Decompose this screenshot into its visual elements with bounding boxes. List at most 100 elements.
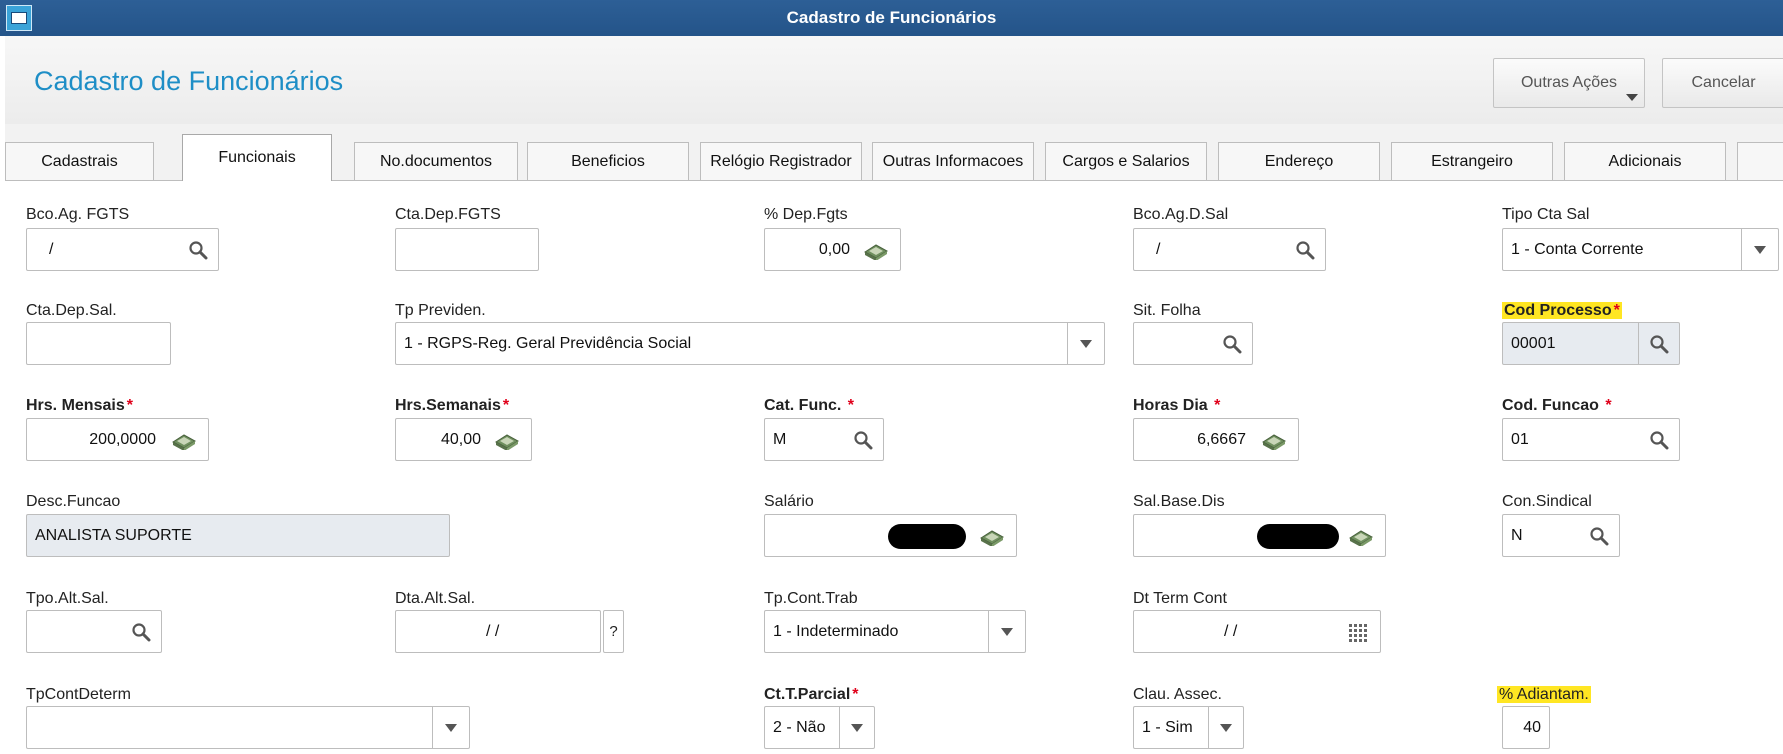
ct-t-parcial-label-text: Ct.T.Parcial	[764, 686, 851, 703]
help-button[interactable]: ?	[603, 610, 624, 653]
sal-base-dis-field[interactable]	[1133, 514, 1386, 557]
tab-label: Cadastrais	[41, 152, 118, 170]
magnifier-icon[interactable]	[1639, 419, 1679, 460]
tab-estrangeiro[interactable]: Estrangeiro	[1391, 142, 1553, 180]
magnifier-icon[interactable]	[178, 229, 218, 270]
pct-adiantam-value: 40	[1523, 719, 1541, 736]
redaction-mask	[1257, 524, 1339, 549]
pct-adiantam-label-text: % Adiantam.	[1497, 686, 1591, 703]
magnifier-icon[interactable]	[1638, 323, 1679, 364]
bco-ag-fgts-label: Bco.Ag. FGTS	[26, 206, 130, 223]
required-mark: *	[847, 397, 855, 414]
tp-previden-select[interactable]: 1 - RGPS-Reg. Geral Previdência Social	[395, 322, 1105, 365]
sal-base-dis-label: Sal.Base.Dis	[1133, 493, 1225, 510]
tab-beneficios[interactable]: Beneficios	[527, 142, 689, 180]
dt-term-cont-label: Dt Term Cont	[1133, 590, 1227, 607]
cat-func-label-text: Cat. Func.	[764, 397, 842, 414]
clau-assec-label: Clau. Assec.	[1133, 686, 1222, 703]
required-mark: *	[852, 686, 859, 703]
cta-dep-sal-field[interactable]	[26, 322, 171, 365]
salario-field[interactable]	[764, 514, 1017, 557]
horas-dia-field[interactable]: 6,6667	[1133, 418, 1299, 461]
tp-cont-determ-select[interactable]	[26, 706, 470, 749]
tab-outras-informacoes[interactable]: Outras Informacoes	[872, 142, 1034, 180]
caret-down-icon	[1626, 94, 1638, 101]
cta-dep-fgts-label: Cta.Dep.FGTS	[395, 206, 501, 223]
clau-assec-value: 1 - Sim	[1142, 719, 1193, 736]
tipo-cta-sal-select[interactable]: 1 - Conta Corrente	[1502, 228, 1779, 271]
calculator-icon[interactable]	[1341, 515, 1381, 556]
tab-cadastrais[interactable]: Cadastrais	[5, 142, 154, 180]
tab-label: Cargos e Salarios	[1062, 152, 1190, 170]
magnifier-icon[interactable]	[1212, 323, 1252, 364]
tp-cont-trab-label: Tp.Cont.Trab	[764, 590, 858, 607]
calendar-icon[interactable]	[1338, 611, 1378, 652]
bco-ag-d-sal-field[interactable]: /	[1133, 228, 1326, 271]
hrs-mensais-label: Hrs. Mensais *	[26, 397, 133, 415]
cat-func-value: M	[773, 431, 787, 448]
hrs-semanais-label: Hrs.Semanais *	[395, 397, 509, 415]
cta-dep-fgts-field[interactable]	[395, 228, 539, 271]
clau-assec-select[interactable]: 1 - Sim	[1133, 706, 1244, 749]
calculator-icon[interactable]	[972, 515, 1012, 556]
tpo-alt-sal-field[interactable]	[26, 610, 162, 653]
horas-dia-value: 6,6667	[1197, 431, 1246, 448]
pct-adiantam-label: % Adiantam.	[1497, 686, 1591, 704]
magnifier-icon[interactable]	[843, 419, 883, 460]
bco-ag-fgts-value: /	[49, 241, 54, 258]
cat-func-label: Cat. Func. *	[764, 397, 854, 415]
tab-no-documentos[interactable]: No.documentos	[354, 142, 518, 180]
chevron-down-icon[interactable]	[839, 707, 874, 748]
cod-processo-field[interactable]: 00001	[1502, 322, 1680, 365]
pct-adiantam-field[interactable]: 40	[1502, 706, 1550, 749]
tpo-alt-sal-label: Tpo.Alt.Sal.	[26, 590, 109, 607]
dt-term-cont-field[interactable]: / /	[1133, 610, 1381, 653]
magnifier-icon[interactable]	[1579, 515, 1619, 556]
hrs-mensais-value: 200,0000	[89, 431, 156, 448]
desc-funcao-field[interactable]: ANALISTA SUPORTE	[26, 514, 450, 557]
tab-relogio-registrador[interactable]: Relógio Registrador	[700, 142, 862, 180]
dta-alt-sal-field[interactable]: / /	[395, 610, 601, 653]
hrs-semanais-field[interactable]: 40,00	[395, 418, 532, 461]
tab-cargos-e-salarios[interactable]: Cargos e Salarios	[1045, 142, 1207, 180]
calculator-icon[interactable]	[1254, 419, 1294, 460]
required-mark: *	[1214, 397, 1221, 414]
sit-folha-field[interactable]	[1133, 322, 1253, 365]
cancel-label: Cancelar	[1691, 74, 1756, 91]
tab-funcionais[interactable]: Funcionais	[182, 134, 332, 181]
tab-label: Relógio Registrador	[710, 152, 852, 170]
cta-dep-sal-label: Cta.Dep.Sal.	[26, 302, 117, 319]
tipo-cta-sal-value: 1 - Conta Corrente	[1511, 241, 1644, 258]
other-actions-button[interactable]: Outras Ações	[1493, 58, 1645, 108]
magnifier-icon[interactable]	[121, 611, 161, 652]
cancel-button[interactable]: Cancelar	[1662, 58, 1783, 108]
tab-label: Funcionais	[218, 149, 296, 166]
calculator-icon[interactable]	[487, 419, 527, 460]
dta-alt-sal-label: Dta.Alt.Sal.	[395, 590, 476, 607]
chevron-down-icon[interactable]	[1741, 229, 1778, 270]
cod-processo-label-text: Cod Processo	[1504, 302, 1612, 319]
tab-overflow[interactable]	[1737, 142, 1783, 180]
tab-endereco[interactable]: Endereço	[1218, 142, 1380, 180]
cod-funcao-field[interactable]: 01	[1502, 418, 1680, 461]
bco-ag-d-sal-value: /	[1156, 241, 1161, 258]
cat-func-field[interactable]: M	[764, 418, 884, 461]
calculator-icon[interactable]	[856, 229, 896, 270]
page-title: Cadastro de Funcionários	[34, 66, 344, 96]
app-icon[interactable]	[6, 5, 32, 31]
pct-dep-fgts-field[interactable]: 0,00	[764, 228, 901, 271]
chevron-down-icon[interactable]	[988, 611, 1025, 652]
sit-folha-label: Sit. Folha	[1133, 302, 1201, 319]
required-mark: *	[502, 397, 510, 414]
chevron-down-icon[interactable]	[432, 707, 469, 748]
calculator-icon[interactable]	[164, 419, 204, 460]
magnifier-icon[interactable]	[1285, 229, 1325, 270]
ct-t-parcial-select[interactable]: 2 - Não	[764, 706, 875, 749]
con-sindical-field[interactable]: N	[1502, 514, 1620, 557]
tab-adicionais[interactable]: Adicionais	[1564, 142, 1726, 180]
tp-cont-trab-select[interactable]: 1 - Indeterminado	[764, 610, 1026, 653]
chevron-down-icon[interactable]	[1208, 707, 1243, 748]
chevron-down-icon[interactable]	[1067, 323, 1104, 364]
hrs-mensais-field[interactable]: 200,0000	[26, 418, 209, 461]
bco-ag-fgts-field[interactable]: /	[26, 228, 219, 271]
